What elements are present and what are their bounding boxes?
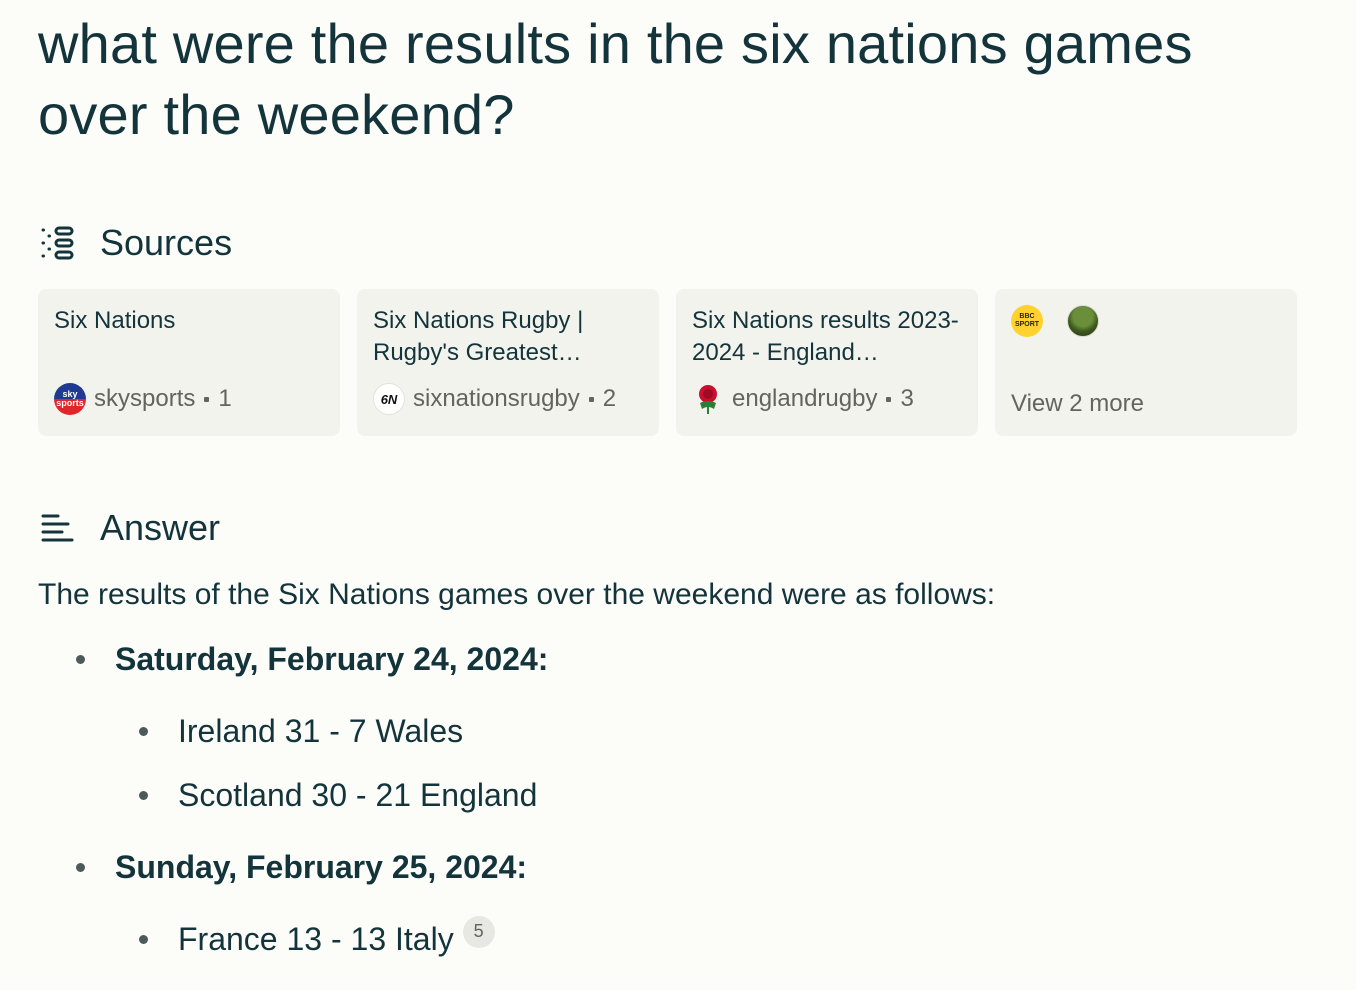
day-label: Sunday, February 25, 2024: [115,849,528,885]
photo-thumbnail-icon [1067,305,1099,337]
sources-header: Sources [40,222,232,264]
bbc-icon-text-bottom: SPORT [1014,321,1040,328]
page: what were the results in the six nations… [0,0,1356,990]
sources-row: Six Nations sky sports skysports 1 Six N… [38,289,1297,436]
bullet [76,655,85,664]
source-card-title: Six Nations [54,307,176,334]
source-card-meta: englandrugby 3 [692,383,914,415]
match-result: Ireland 31 - 7 Wales [178,713,464,749]
skysports-icon-text-bottom: sports [56,398,84,408]
bullet [139,935,148,944]
source-card-title: Six Nations Rugby | Rugby's Greatest… [373,307,584,366]
source-index: 2 [602,385,617,412]
view-more-sources-card[interactable]: BBC SPORT View 2 more [995,289,1297,436]
citation-badge[interactable]: 5 [462,915,495,948]
answer-header: Answer [40,507,220,549]
day-label: Saturday, February 24, 2024: [115,641,549,677]
bbc-sport-icon: BBC SPORT [1011,305,1043,337]
source-card-skysports[interactable]: Six Nations sky sports skysports 1 [38,289,340,436]
list-item-result: Scotland 30 - 21 England [139,777,537,814]
source-index: 1 [218,385,232,412]
england-rose-icon [692,383,724,415]
source-card-sixnationsrugby[interactable]: Six Nations Rugby | Rugby's Greatest… 6N… [357,289,659,436]
answer-intro: The results of the Six Nations games ove… [38,578,996,611]
source-card-title: Six Nations results 2023-2024 - England… [692,307,959,366]
source-card-meta: sky sports skysports 1 [54,383,232,415]
separator-dot [588,396,594,402]
bullet [139,791,148,800]
sources-heading: Sources [100,222,233,263]
source-site-name: sixnationsrugby [413,385,580,412]
match-result: France 13 - 13 Italy [178,921,454,957]
skysports-icon: sky sports [54,383,86,415]
source-site-name: skysports [94,385,196,412]
source-site-name: englandrugby [732,385,878,412]
bbc-icon-text-top: BBC [1019,313,1035,320]
list-item-day: Saturday, February 24, 2024: [76,641,548,678]
separator-dot [204,396,210,402]
more-source-icons: BBC SPORT [1011,305,1281,337]
answer-heading: Answer [100,507,221,548]
list-item-result: France 13 - 13 Italy 5 [139,915,495,958]
bullet [139,727,148,736]
source-index: 3 [900,385,914,412]
query-title: what were the results in the six nations… [38,12,1193,146]
source-card-meta: 6N sixnationsrugby 2 [373,383,616,415]
list-item-day: Sunday, February 25, 2024: [76,849,527,886]
bullet [76,863,85,872]
sources-list-icon [40,223,80,263]
separator-dot [886,396,892,402]
view-more-label: View 2 more [1011,390,1144,417]
source-card-englandrugby[interactable]: Six Nations results 2023-2024 - England…… [676,289,978,436]
list-item-result: Ireland 31 - 7 Wales [139,713,463,750]
match-result: Scotland 30 - 21 England [178,777,538,813]
answer-text-icon [40,508,80,548]
sixnations-icon: 6N [373,383,405,415]
